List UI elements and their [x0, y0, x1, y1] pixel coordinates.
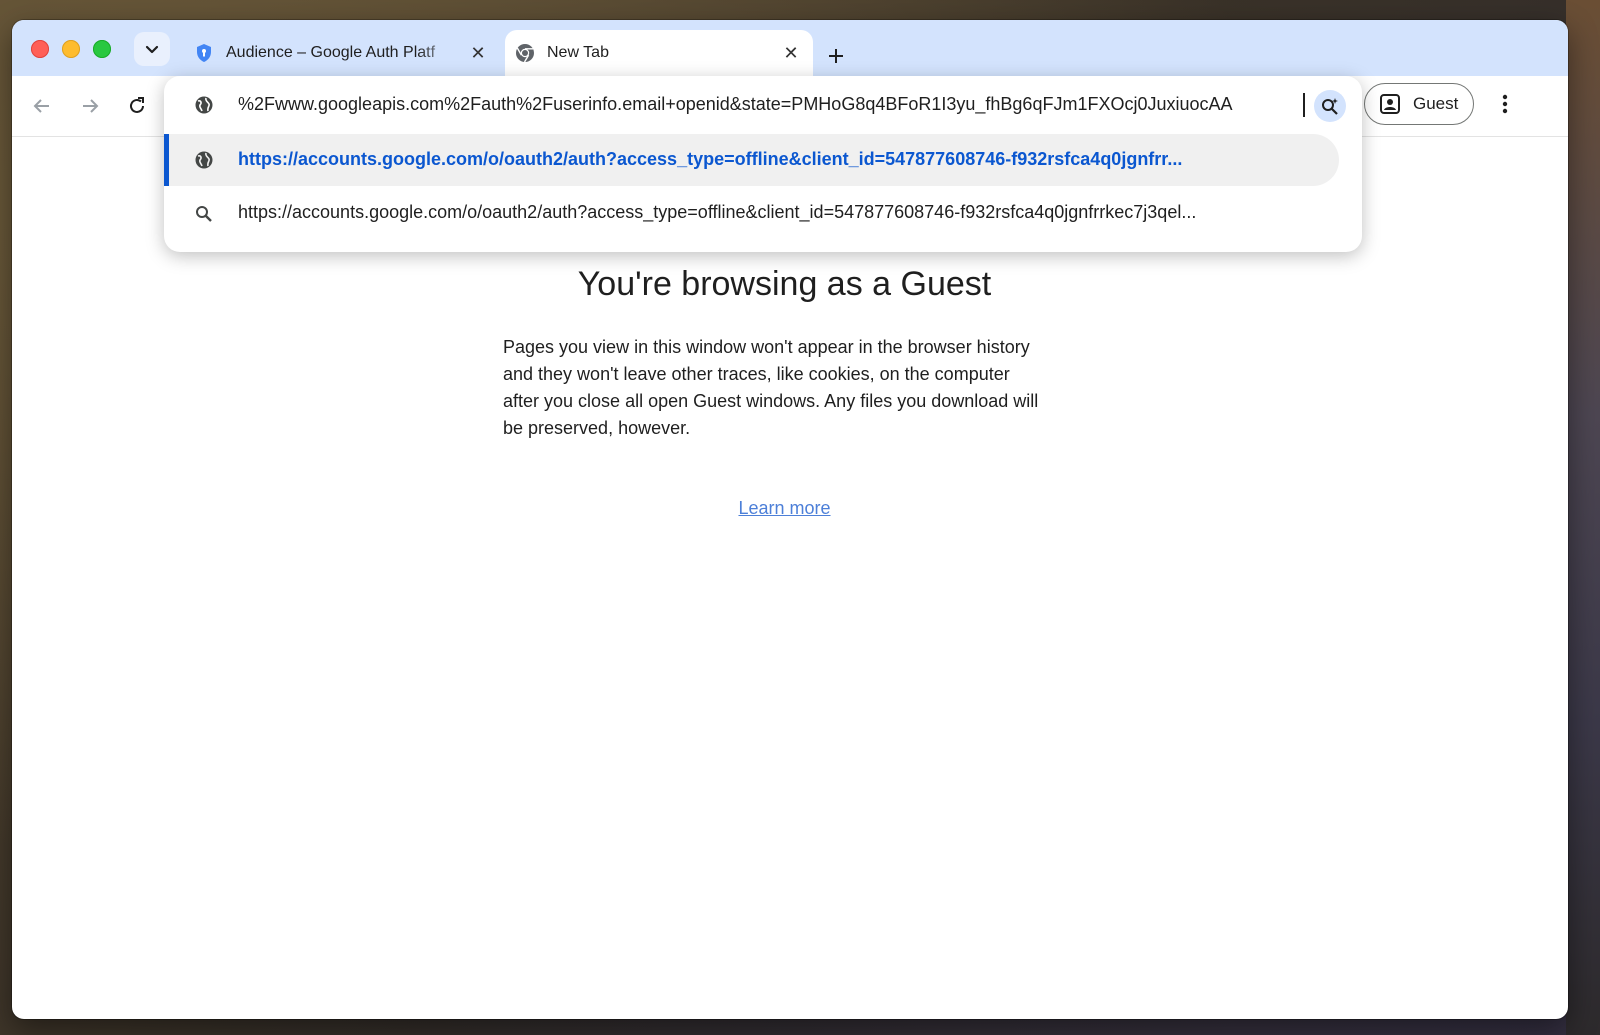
- address-bar[interactable]: %2Fwww.googleapis.com%2Fauth%2Fuserinfo.…: [164, 76, 1362, 134]
- ai-search-button[interactable]: [1314, 90, 1346, 122]
- guest-description: Pages you view in this window won't appe…: [503, 337, 1039, 438]
- tab-new-tab[interactable]: New Tab ✕: [505, 30, 813, 76]
- address-input[interactable]: %2Fwww.googleapis.com%2Fauth%2Fuserinfo.…: [238, 94, 1308, 115]
- globe-icon: [194, 95, 214, 120]
- suggestion-search[interactable]: https://accounts.google.com/o/oauth2/aut…: [164, 188, 1362, 238]
- close-tab-icon[interactable]: ✕: [464, 39, 492, 67]
- omnibox-dropdown: %2Fwww.googleapis.com%2Fauth%2Fuserinfo.…: [164, 76, 1362, 252]
- reload-icon: [130, 97, 144, 113]
- learn-more-link[interactable]: Learn more: [738, 498, 830, 518]
- search-sparkle-icon: [1322, 98, 1338, 115]
- profile-label: Guest: [1413, 94, 1459, 113]
- profile-icon: [1379, 93, 1401, 115]
- close-tab-icon[interactable]: ✕: [777, 39, 805, 67]
- shield-icon: [194, 43, 214, 63]
- more-vert-icon: [1502, 94, 1508, 114]
- profile-guest-button[interactable]: Guest: [1364, 83, 1474, 125]
- minimize-window-button[interactable]: [62, 40, 80, 58]
- chevron-down-icon: [145, 45, 159, 54]
- tab-search-button[interactable]: [134, 32, 170, 66]
- arrow-right-icon: [83, 99, 99, 113]
- learn-more-container: Learn more: [12, 498, 1557, 519]
- new-tab-button[interactable]: [822, 42, 850, 70]
- plus-icon: [829, 49, 843, 63]
- globe-icon: [194, 150, 214, 175]
- suggestion-text: https://accounts.google.com/o/oauth2/aut…: [238, 149, 1183, 169]
- search-icon: [194, 204, 214, 229]
- more-menu-button[interactable]: [1495, 90, 1515, 118]
- tab-title: New Tab: [547, 44, 609, 61]
- reload-button[interactable]: [123, 92, 151, 120]
- tab-strip: Audience – Google Auth Platf ✕ New Tab ✕: [12, 20, 1568, 76]
- desktop-background: [1566, 0, 1600, 1035]
- forward-button[interactable]: [76, 92, 104, 120]
- browser-window: Audience – Google Auth Platf ✕ New Tab ✕: [12, 20, 1568, 1019]
- tab-audience[interactable]: Audience – Google Auth Platf ✕: [184, 30, 500, 76]
- page-title: You're browsing as a Guest: [577, 265, 992, 303]
- selection-indicator: [164, 134, 169, 186]
- tab-title: Audience – Google Auth Platf: [226, 44, 436, 61]
- chrome-icon: [515, 43, 535, 63]
- suggestion-text: https://accounts.google.com/o/oauth2/aut…: [238, 202, 1197, 222]
- arrow-left-icon: [33, 99, 49, 113]
- close-window-button[interactable]: [31, 40, 49, 58]
- zoom-window-button[interactable]: [93, 40, 111, 58]
- suggestion-url[interactable]: https://accounts.google.com/o/oauth2/aut…: [164, 134, 1339, 186]
- text-caret: [1303, 93, 1305, 117]
- back-button[interactable]: [28, 92, 56, 120]
